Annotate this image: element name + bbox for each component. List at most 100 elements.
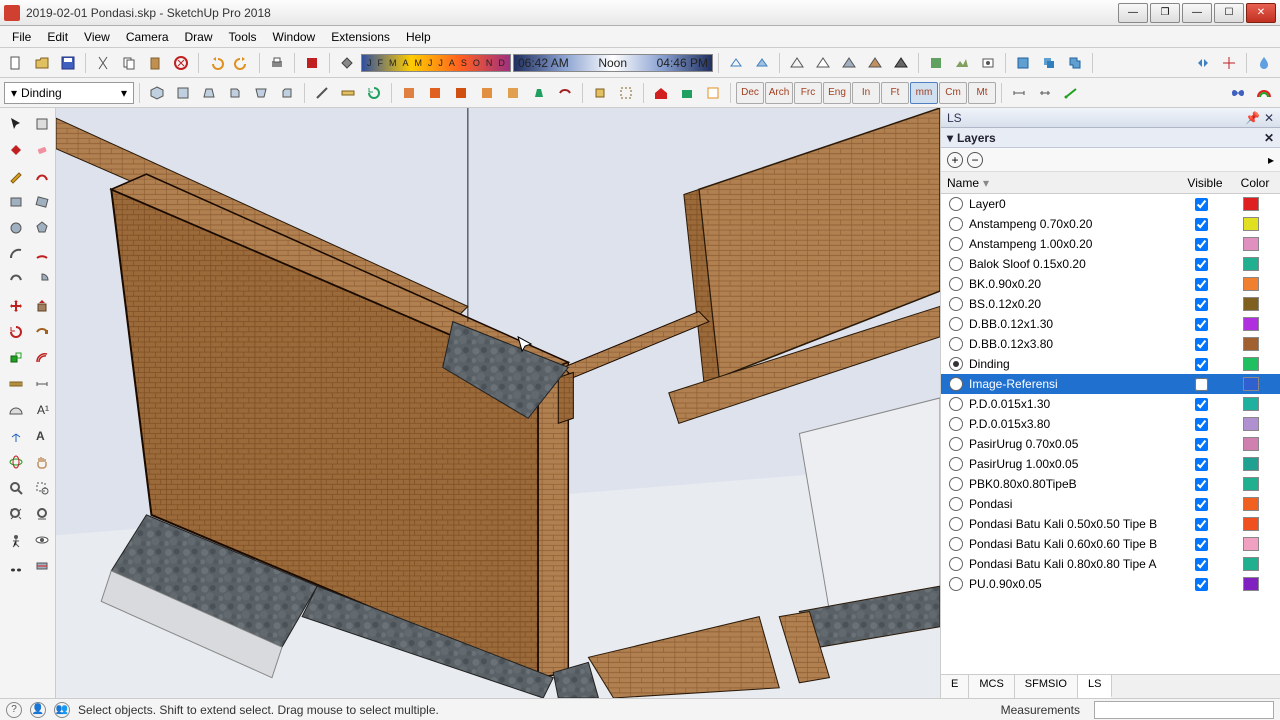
polygon-tool[interactable] bbox=[30, 216, 54, 240]
unit-ft[interactable]: Ft bbox=[881, 82, 909, 104]
offset-tool[interactable] bbox=[30, 346, 54, 370]
tape-measure-button[interactable] bbox=[336, 81, 360, 105]
layer-active-radio[interactable] bbox=[949, 297, 963, 311]
layer-active-radio[interactable] bbox=[949, 357, 963, 371]
layer-row[interactable]: Pondasi Batu Kali 0.60x0.60 Tipe B bbox=[941, 534, 1280, 554]
delete-button[interactable] bbox=[169, 51, 193, 75]
layer-color-swatch[interactable] bbox=[1243, 217, 1259, 231]
layer-active-radio[interactable] bbox=[949, 517, 963, 531]
layer-active-radio[interactable] bbox=[949, 377, 963, 391]
maximize-button[interactable]: ☐ bbox=[1214, 3, 1244, 23]
pencil-tool[interactable] bbox=[4, 164, 28, 188]
unit-mt[interactable]: Mt bbox=[968, 82, 996, 104]
layer-row[interactable]: BK.0.90x0.20 bbox=[941, 274, 1280, 294]
save-button[interactable] bbox=[56, 51, 80, 75]
rectangle-tool[interactable] bbox=[4, 190, 28, 214]
section-plane-tool[interactable] bbox=[30, 554, 54, 578]
select-tool[interactable] bbox=[4, 112, 28, 136]
top-view-button[interactable] bbox=[171, 81, 195, 105]
layer-active-radio[interactable] bbox=[949, 257, 963, 271]
layer-active-radio[interactable] bbox=[949, 337, 963, 351]
paint-bucket-button[interactable] bbox=[335, 51, 359, 75]
unit-eng[interactable]: Eng bbox=[823, 82, 851, 104]
pan-tool[interactable] bbox=[30, 450, 54, 474]
layer-color-swatch[interactable] bbox=[1243, 437, 1259, 451]
layer-visible-checkbox[interactable] bbox=[1195, 518, 1208, 531]
layer-active-radio[interactable] bbox=[949, 457, 963, 471]
layer-visible-checkbox[interactable] bbox=[1195, 498, 1208, 511]
component-button[interactable] bbox=[588, 81, 612, 105]
layer-row[interactable]: Anstampeng 1.00x0.20 bbox=[941, 234, 1280, 254]
previous-view-tool[interactable] bbox=[30, 502, 54, 526]
solid-outer-shell-button[interactable] bbox=[1011, 51, 1035, 75]
layer-color-swatch[interactable] bbox=[1243, 197, 1259, 211]
layer-row[interactable]: Anstampeng 0.70x0.20 bbox=[941, 214, 1280, 234]
layer-color-swatch[interactable] bbox=[1243, 397, 1259, 411]
status-user-icon[interactable]: 👤 bbox=[30, 702, 46, 718]
dimension-tool-3-button[interactable] bbox=[1059, 81, 1083, 105]
tray-title-bar[interactable]: LS 📌✕ bbox=[941, 108, 1280, 128]
layer-active-radio[interactable] bbox=[949, 577, 963, 591]
rotate-tool-button[interactable] bbox=[362, 81, 386, 105]
paste-button[interactable] bbox=[143, 51, 167, 75]
layer-active-radio[interactable] bbox=[949, 437, 963, 451]
add-layer-button[interactable]: + bbox=[947, 152, 963, 168]
dimension-tool-1-button[interactable] bbox=[1007, 81, 1031, 105]
face-style-5-button[interactable] bbox=[501, 81, 525, 105]
layer-visible-checkbox[interactable] bbox=[1195, 538, 1208, 551]
remove-layer-button[interactable]: − bbox=[967, 152, 983, 168]
menu-help[interactable]: Help bbox=[398, 28, 439, 46]
layer-row[interactable]: Dinding bbox=[941, 354, 1280, 374]
layer-color-swatch[interactable] bbox=[1243, 577, 1259, 591]
layer-row[interactable]: PBK0.80x0.80TipeB bbox=[941, 474, 1280, 494]
layer-row[interactable]: Layer0 bbox=[941, 194, 1280, 214]
layer-row[interactable]: BS.0.12x0.20 bbox=[941, 294, 1280, 314]
layer-active-radio[interactable] bbox=[949, 537, 963, 551]
solid-union-button[interactable] bbox=[1063, 51, 1087, 75]
menu-window[interactable]: Window bbox=[265, 28, 324, 46]
panel-tab-ls[interactable]: LS bbox=[1078, 675, 1112, 698]
group-button[interactable] bbox=[614, 81, 638, 105]
measurements-input[interactable] bbox=[1094, 701, 1274, 719]
layer-color-swatch[interactable] bbox=[1243, 237, 1259, 251]
photo-textures-button[interactable] bbox=[976, 51, 1000, 75]
butterfly-icon[interactable] bbox=[1226, 81, 1250, 105]
freehand-tool[interactable] bbox=[30, 164, 54, 188]
axes-tool[interactable] bbox=[4, 424, 28, 448]
wireframe-button[interactable] bbox=[785, 51, 809, 75]
layer-color-swatch[interactable] bbox=[1243, 317, 1259, 331]
layer-row[interactable]: P.D.0.015x1.30 bbox=[941, 394, 1280, 414]
layer-visible-checkbox[interactable] bbox=[1195, 398, 1208, 411]
layer-visible-checkbox[interactable] bbox=[1195, 378, 1208, 391]
left-view-button[interactable] bbox=[275, 81, 299, 105]
shadow-date-slider[interactable]: JFMAMJJASOND bbox=[361, 54, 511, 72]
layer-color-swatch[interactable] bbox=[1243, 537, 1259, 551]
zoom-extents-tool[interactable] bbox=[4, 502, 28, 526]
move-tool[interactable] bbox=[4, 294, 28, 318]
open-button[interactable] bbox=[30, 51, 54, 75]
col-color[interactable]: Color bbox=[1230, 176, 1280, 190]
line-tool-button[interactable] bbox=[310, 81, 334, 105]
make-component-tool[interactable] bbox=[30, 112, 54, 136]
layer-color-swatch[interactable] bbox=[1243, 357, 1259, 371]
solid-intersect-button[interactable] bbox=[1037, 51, 1061, 75]
tape-tool[interactable] bbox=[4, 372, 28, 396]
text-tool[interactable]: A¹ bbox=[30, 398, 54, 422]
layer-row[interactable]: Pondasi Batu Kali 0.50x0.50 Tipe B bbox=[941, 514, 1280, 534]
pie-tool[interactable] bbox=[30, 268, 54, 292]
hidden-line-button[interactable] bbox=[811, 51, 835, 75]
layer-active-radio[interactable] bbox=[949, 557, 963, 571]
panel-tab-sfmsio[interactable]: SFMSIO bbox=[1015, 675, 1078, 698]
layer-active-radio[interactable] bbox=[949, 197, 963, 211]
shaded-textures-button[interactable] bbox=[863, 51, 887, 75]
face-style-3-button[interactable] bbox=[449, 81, 473, 105]
active-layer-combo[interactable]: ▾ Dinding ▾ bbox=[4, 82, 134, 104]
layer-active-radio[interactable] bbox=[949, 237, 963, 251]
face-style-2-button[interactable] bbox=[423, 81, 447, 105]
layer-color-swatch[interactable] bbox=[1243, 417, 1259, 431]
menu-view[interactable]: View bbox=[76, 28, 118, 46]
rotated-rect-tool[interactable] bbox=[30, 190, 54, 214]
col-visible[interactable]: Visible bbox=[1180, 176, 1230, 190]
pushpull-tool[interactable] bbox=[30, 294, 54, 318]
layer-visible-checkbox[interactable] bbox=[1195, 298, 1208, 311]
